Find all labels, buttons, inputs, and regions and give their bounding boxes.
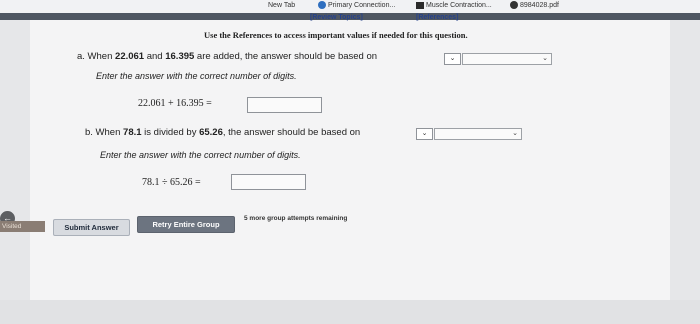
bookmark-label: Primary Connection... bbox=[328, 2, 396, 9]
bookmark-label: Muscle Contraction... bbox=[426, 2, 492, 9]
question-a-answer-input[interactable] bbox=[247, 97, 322, 113]
question-b-basis-select[interactable]: ⌄ bbox=[434, 128, 522, 140]
question-b-prefix: b. When bbox=[85, 127, 124, 138]
question-a-suffix: are added, the answer should be based on bbox=[194, 51, 378, 62]
question-b-answer-input[interactable] bbox=[231, 174, 306, 190]
visited-badge: Visited bbox=[0, 221, 45, 232]
question-b-instruction: Enter the answer with the correct number… bbox=[100, 150, 301, 160]
question-b-chevron-icon[interactable]: ⌄ bbox=[416, 128, 433, 140]
bookmark-label: New Tab bbox=[268, 2, 296, 9]
bookmark-pdf[interactable]: 8984028.pdf bbox=[510, 0, 559, 11]
bookmark-muscle-contraction[interactable]: Muscle Contraction... bbox=[416, 0, 492, 11]
bookmarks-bar: New Tab Primary Connection... Muscle Con… bbox=[0, 0, 700, 14]
question-a-chevron-icon[interactable]: ⌄ bbox=[444, 53, 461, 65]
pdf-icon bbox=[510, 1, 518, 10]
bookmark-label: 8984028.pdf bbox=[520, 2, 559, 9]
bookmark-primary-connection[interactable]: Primary Connection... bbox=[318, 0, 395, 11]
attempts-remaining: 5 more group attempts remaining bbox=[244, 215, 348, 222]
submit-answer-button[interactable]: Submit Answer bbox=[53, 219, 130, 236]
question-a-number-1: 22.061 bbox=[115, 51, 145, 62]
question-a-text: a. When 22.061 and 16.395 are added, the… bbox=[77, 51, 377, 62]
question-a-instruction: Enter the answer with the correct number… bbox=[96, 71, 297, 81]
chevron-down-icon: ⌄ bbox=[512, 130, 518, 137]
question-b-number-2: 65.26 bbox=[199, 127, 223, 138]
globe-icon bbox=[318, 1, 326, 10]
question-a-basis-select[interactable]: ⌄ bbox=[462, 53, 552, 65]
question-b-text: b. When 78.1 is divided by 65.26, the an… bbox=[85, 127, 360, 138]
question-b-mid: is divided by bbox=[141, 127, 200, 138]
question-a-prefix: a. When bbox=[77, 51, 116, 62]
question-b-suffix: , the answer should be based on bbox=[222, 127, 361, 138]
question-a-number-2: 16.395 bbox=[165, 51, 195, 62]
right-gutter bbox=[670, 20, 700, 300]
question-b-number-1: 78.1 bbox=[123, 127, 142, 138]
left-gutter bbox=[0, 20, 30, 300]
question-panel: [Review Topics] [References] Use the Ref… bbox=[30, 14, 670, 320]
retry-entire-group-button[interactable]: Retry Entire Group bbox=[137, 216, 235, 233]
bottom-area bbox=[0, 300, 700, 324]
chevron-down-icon: ⌄ bbox=[542, 55, 548, 62]
drive-icon bbox=[416, 1, 424, 9]
references-link[interactable]: [References] bbox=[416, 14, 458, 21]
bookmark-new-tab[interactable]: New Tab bbox=[268, 0, 295, 11]
question-b-expression: 78.1 ÷ 65.26 = bbox=[142, 177, 201, 188]
question-a-expression: 22.061 + 16.395 = bbox=[138, 98, 212, 109]
review-topics-link[interactable]: [Review Topics] bbox=[310, 14, 363, 21]
question-a-mid: and bbox=[144, 51, 166, 62]
references-note: Use the References to access important v… bbox=[204, 30, 468, 40]
